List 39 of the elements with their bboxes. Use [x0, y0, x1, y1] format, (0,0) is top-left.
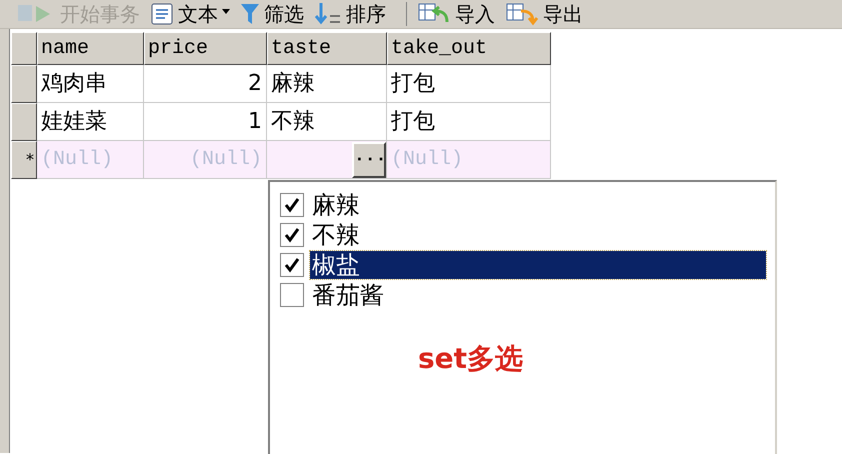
checkbox[interactable] [280, 283, 304, 307]
toolbar-button[interactable]: 导出 [505, 1, 583, 27]
toolbar-button[interactable]: 排序 [314, 1, 386, 27]
option-item[interactable]: 不辣 [310, 221, 362, 249]
table-cell: (Null) [387, 141, 551, 179]
table-arrow-icon [505, 2, 539, 26]
toolbar-button[interactable]: 文本 [150, 1, 230, 27]
row-header[interactable]: * [11, 141, 37, 179]
caret-icon [222, 9, 230, 14]
row-header[interactable] [11, 65, 37, 103]
row-header[interactable] [11, 103, 37, 141]
column-header[interactable]: take_out [387, 32, 551, 65]
row-header [11, 32, 37, 65]
option-item[interactable]: 椒盐 [310, 251, 766, 279]
column-header[interactable]: taste [267, 32, 387, 65]
sort-icon [314, 2, 342, 26]
annotation-label: set多选 [418, 341, 524, 377]
table-cell: (Null) [144, 141, 267, 179]
table-cell: 1 [144, 103, 267, 141]
table-cell: 打包 [387, 65, 551, 103]
option-item[interactable]: 番茄酱 [310, 281, 386, 309]
table-cell: 娃娃菜 [37, 103, 144, 141]
toolbar-button[interactable]: 筛选 [240, 1, 304, 27]
checkbox[interactable] [280, 253, 304, 277]
table-cell: 打包 [387, 103, 551, 141]
table-cell: 鸡肉串 [37, 65, 144, 103]
ellipsis-button[interactable]: ··· [352, 142, 386, 178]
checkbox[interactable] [280, 223, 304, 247]
table-cell: 麻辣 [267, 65, 387, 103]
table-cell: 不辣 [267, 103, 387, 141]
filter-icon [240, 2, 260, 26]
table-cell: (Null) [37, 141, 144, 179]
column-header[interactable]: name [37, 32, 144, 65]
toolbar-button[interactable]: 导入 [417, 1, 495, 27]
column-header[interactable]: price [144, 32, 267, 65]
document-icon [150, 2, 174, 26]
checkbox[interactable] [280, 193, 304, 217]
option-item[interactable]: 麻辣 [310, 191, 362, 219]
table-cell: 2 [144, 65, 267, 103]
